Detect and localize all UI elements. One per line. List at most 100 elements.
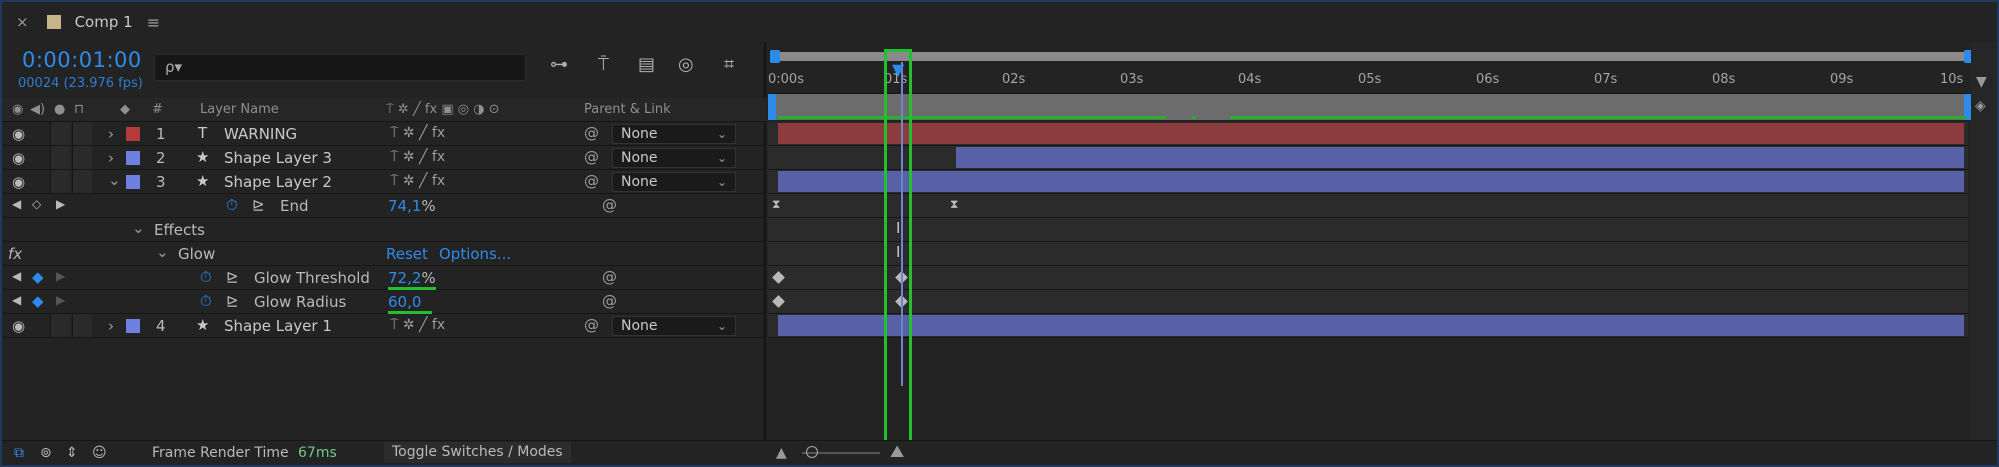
layer-row[interactable]: ◉ › 4 ★ Shape Layer 1 ⍑ ✲ ╱ fx @ None ⌄ (2, 314, 766, 338)
pickwhip-icon[interactable]: @ (584, 316, 599, 334)
work-area-start[interactable] (768, 94, 776, 120)
layer-name[interactable]: Shape Layer 3 (224, 149, 332, 167)
column-layer-name[interactable]: Layer Name (200, 102, 279, 117)
tab-comp-title[interactable]: Comp 1 (75, 13, 133, 31)
keyframe-diamond-icon[interactable]: ◆ (32, 268, 44, 286)
layer-icon[interactable]: ⧉ (14, 445, 24, 461)
keyframe-icon[interactable]: ⧗ (772, 197, 780, 212)
layer-bar-shape-2[interactable] (778, 171, 1964, 192)
audio-icon[interactable]: ◀) (30, 102, 45, 117)
solo-icon[interactable]: ● (54, 102, 65, 117)
glow-radius-value[interactable]: 60,0 (388, 293, 421, 311)
tab-close-icon[interactable]: × (16, 13, 29, 31)
frame-blending-icon[interactable]: ▤ (638, 54, 655, 75)
layer-name[interactable]: Shape Layer 2 (224, 173, 332, 191)
eye-icon[interactable]: ◉ (12, 173, 25, 191)
layer-bar-warning[interactable] (778, 123, 1964, 144)
chevron-down-icon[interactable]: ⌄ (132, 219, 145, 237)
next-keyframe-icon[interactable]: ▶ (56, 197, 65, 211)
fx-icon[interactable]: fx (8, 245, 22, 263)
prev-keyframe-icon[interactable]: ◀ (12, 269, 21, 283)
glow-effect-name[interactable]: Glow (178, 245, 215, 263)
prev-keyframe-icon[interactable]: ◀ (12, 293, 21, 307)
layer-row[interactable]: ◉ › 1 T WARNING ⍑ ✲ ╱ fx @ None ⌄ (2, 122, 766, 146)
switches-icon[interactable]: ⇕ (66, 445, 78, 461)
draft-3d-icon[interactable]: ⍑ (598, 54, 609, 75)
next-keyframe-icon[interactable]: ▶ (56, 269, 65, 283)
end-value[interactable]: 74,1% (388, 197, 436, 215)
layer-row[interactable]: ◉ › 2 ★ Shape Layer 3 ⍑ ✲ ╱ fx @ None ⌄ (2, 146, 766, 170)
label-color-swatch[interactable] (126, 319, 140, 333)
keyframe-icon[interactable]: ⧗ (950, 197, 958, 212)
eye-icon[interactable]: ◉ (12, 125, 25, 143)
tab-menu-icon[interactable]: ≡ (147, 13, 160, 32)
graph-icon[interactable]: ⊵ (252, 196, 265, 214)
effects-label[interactable]: Effects (154, 221, 205, 239)
graph-editor-icon[interactable]: ⌗ (724, 54, 734, 75)
shy-icon[interactable]: ☺ (92, 445, 107, 461)
reset-link[interactable]: Reset (386, 245, 428, 263)
layer-number: 3 (156, 173, 166, 191)
layer-row[interactable]: ◉ ⌄ 3 ★ Shape Layer 2 ⍑ ✲ ╱ fx @ None ⌄ (2, 170, 766, 194)
chevron-right-icon[interactable]: › (108, 317, 114, 335)
stopwatch-icon[interactable]: ⏱ (200, 268, 212, 286)
column-parent-link[interactable]: Parent & Link (584, 102, 671, 117)
stopwatch-icon[interactable]: ⏱ (226, 196, 238, 214)
layer-name[interactable]: Shape Layer 1 (224, 317, 332, 335)
layer-bar-shape-1[interactable] (778, 315, 1964, 336)
time-ruler[interactable]: 0:00s 01s 02s 03s 04s 05s 06s 07s 08s 09… (768, 64, 1997, 94)
pickwhip-icon[interactable]: @ (602, 292, 617, 310)
keyframe-diamond[interactable] (772, 271, 785, 284)
precomp-icon[interactable]: ⊚ (40, 445, 52, 461)
label-color-swatch[interactable] (126, 175, 140, 189)
stopwatch-icon[interactable]: ⏱ (200, 292, 212, 310)
layer-name[interactable]: WARNING (224, 125, 297, 143)
comp-button-icon[interactable]: ◈ (1975, 98, 1986, 114)
current-time[interactable]: 0:00:01:00 (22, 48, 142, 72)
chevron-right-icon[interactable]: › (108, 149, 114, 167)
options-link[interactable]: Options... (439, 245, 511, 263)
keyframe-diamond-icon[interactable]: ◆ (32, 292, 44, 310)
pickwhip-icon[interactable]: @ (584, 148, 599, 166)
eye-icon[interactable]: ◉ (12, 102, 23, 117)
zoom-out-icon[interactable]: ▲ (776, 445, 787, 461)
parent-dropdown[interactable]: None ⌄ (612, 148, 736, 168)
layer-switches[interactable]: ⍑ ✲ ╱ fx (390, 149, 445, 165)
parent-dropdown[interactable]: None ⌄ (612, 124, 736, 144)
layer-bar-shape-3[interactable] (956, 147, 1964, 168)
layer-search-input[interactable]: ρ▾ (154, 54, 526, 81)
motion-blur-icon[interactable]: ◎ (678, 54, 694, 75)
chevron-down-icon[interactable]: ⌄ (156, 243, 169, 261)
toggle-switches-button[interactable]: Toggle Switches / Modes (384, 442, 571, 463)
pickwhip-icon[interactable]: @ (584, 172, 599, 190)
time-navigator-bar[interactable] (774, 52, 1971, 61)
label-color-swatch[interactable] (126, 127, 140, 141)
next-keyframe-icon[interactable]: ▶ (56, 293, 65, 307)
navigator-start-handle[interactable] (770, 50, 780, 63)
layer-switches[interactable]: ⍑ ✲ ╱ fx (390, 317, 445, 333)
pickwhip-icon[interactable]: @ (584, 124, 599, 142)
chevron-down-icon[interactable]: ⌄ (108, 171, 121, 189)
graph-icon[interactable]: ⊵ (226, 292, 239, 310)
label-color-swatch[interactable] (126, 151, 140, 165)
eye-icon[interactable]: ◉ (12, 317, 25, 335)
layer-switches[interactable]: ⍑ ✲ ╱ fx (390, 125, 445, 141)
keyframe-diamond[interactable] (772, 295, 785, 308)
eye-icon[interactable]: ◉ (12, 149, 25, 167)
layer-switches[interactable]: ⍑ ✲ ╱ fx (390, 173, 445, 189)
pickwhip-icon[interactable]: @ (602, 196, 617, 214)
parent-dropdown[interactable]: None ⌄ (612, 172, 736, 192)
graph-icon[interactable]: ⊵ (226, 268, 239, 286)
composition-flowchart-icon[interactable]: ⊶ (550, 54, 568, 75)
label-tag-icon[interactable]: ◆ (120, 102, 130, 117)
zoom-in-icon[interactable]: ⛰ (890, 442, 904, 462)
parent-dropdown[interactable]: None ⌄ (612, 316, 736, 336)
zoom-slider-thumb[interactable] (806, 446, 818, 458)
add-keyframe-icon[interactable]: ◇ (32, 197, 41, 211)
lock-icon[interactable]: ⊓ (74, 102, 84, 117)
pickwhip-icon[interactable]: @ (602, 268, 617, 286)
glow-threshold-value[interactable]: 72,2% (388, 269, 436, 287)
comp-marker-icon[interactable]: ▼ (1976, 74, 1987, 90)
chevron-right-icon[interactable]: › (108, 125, 114, 143)
prev-keyframe-icon[interactable]: ◀ (12, 197, 21, 211)
